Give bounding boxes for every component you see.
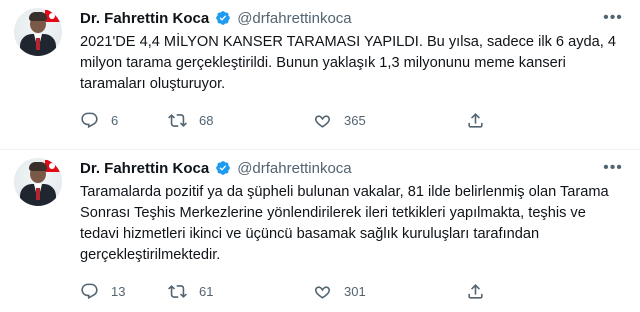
heart-icon: [314, 285, 331, 299]
heart-icon: [314, 114, 331, 128]
tweet-text: Taramalarda pozitif ya da şüpheli buluna…: [80, 184, 609, 263]
tweet-header: Dr. Fahrettin Koca @drfahrettinkoca: [80, 8, 628, 28]
tweet-actions: 6 68 365: [80, 110, 540, 130]
tweet-feed: Dr. Fahrettin Koca @drfahrettinkoca ••• …: [0, 0, 640, 312]
like-count: 365: [344, 112, 366, 128]
tweet[interactable]: Dr. Fahrettin Koca @drfahrettinkoca ••• …: [0, 0, 640, 150]
tweet-header: Dr. Fahrettin Koca @drfahrettinkoca: [80, 158, 628, 178]
retweet-count: 61: [199, 283, 214, 299]
verified-badge-icon: [216, 11, 231, 25]
like-button[interactable]: 365: [313, 110, 458, 130]
retweet-button[interactable]: 61: [168, 281, 313, 301]
tweet-content: Dr. Fahrettin Koca @drfahrettinkoca ••• …: [80, 158, 628, 266]
verified-badge-icon: [216, 161, 231, 175]
more-dots-icon[interactable]: •••: [602, 8, 624, 28]
author-name[interactable]: Dr. Fahrettin Koca: [80, 10, 209, 27]
reply-button[interactable]: 13: [80, 281, 180, 301]
retweet-icon: [168, 113, 187, 127]
reply-icon: [81, 283, 98, 299]
share-icon: [468, 112, 483, 128]
reply-icon: [81, 112, 98, 128]
like-count: 301: [344, 283, 366, 299]
avatar[interactable]: [14, 158, 62, 206]
retweet-button[interactable]: 68: [168, 110, 313, 130]
author-handle[interactable]: @drfahrettinkoca: [237, 160, 351, 177]
reply-count: 6: [111, 112, 119, 128]
tweet-actions: 13 61 301: [80, 281, 540, 301]
author-name[interactable]: Dr. Fahrettin Koca: [80, 160, 209, 177]
author-handle[interactable]: @drfahrettinkoca: [237, 10, 351, 27]
avatar[interactable]: [14, 8, 62, 56]
tweet-text: 2021'DE 4,4 MİLYON KANSER TARAMASI YAPIL…: [80, 34, 616, 92]
share-button[interactable]: [466, 281, 496, 301]
share-icon: [468, 283, 483, 299]
share-button[interactable]: [466, 110, 496, 130]
tweet-content: Dr. Fahrettin Koca @drfahrettinkoca ••• …: [80, 8, 628, 95]
reply-count: 13: [111, 283, 126, 299]
like-button[interactable]: 301: [313, 281, 458, 301]
more-dots-icon[interactable]: •••: [602, 158, 624, 178]
tweet[interactable]: Dr. Fahrettin Koca @drfahrettinkoca ••• …: [0, 150, 640, 312]
retweet-count: 68: [199, 112, 214, 128]
retweet-icon: [168, 284, 187, 298]
reply-button[interactable]: 6: [80, 110, 180, 130]
